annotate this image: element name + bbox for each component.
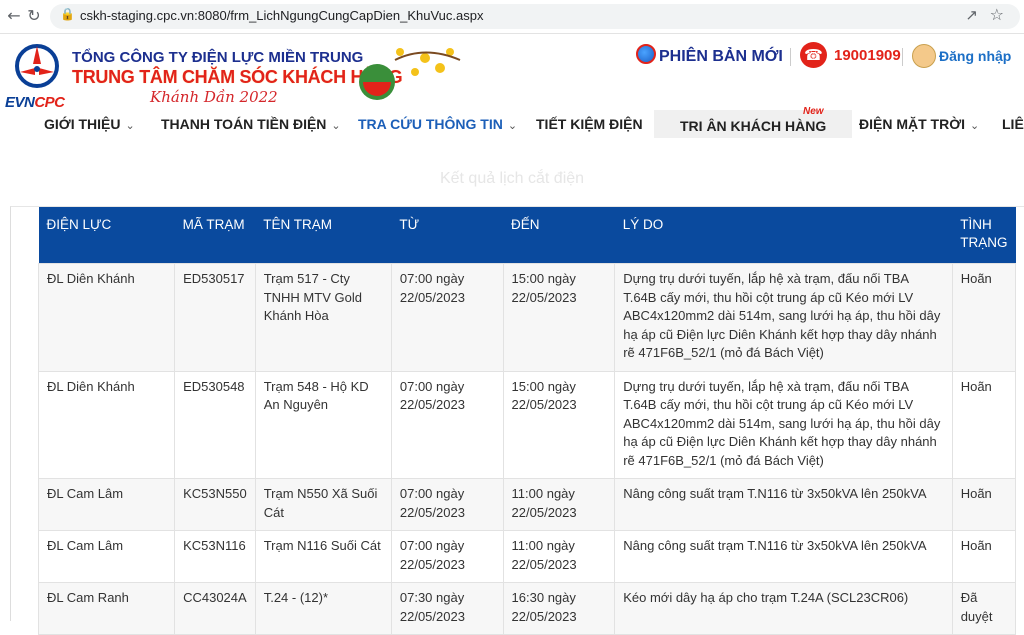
column-header[interactable]: MÃ TRẠM bbox=[174, 207, 256, 264]
cell-tu: 07:00 ngày 22/05/2023 bbox=[390, 478, 504, 531]
site-header: EVNCPC TỔNG CÔNG TY ĐIỆN LỰC MIỀN TRUNG … bbox=[0, 34, 1024, 111]
cell-ten-tram: Trạm 517 - Cty TNHH MTV Gold Khánh Hòa bbox=[254, 263, 392, 372]
chevron-down-icon: ⌄ bbox=[331, 119, 341, 132]
cell-ma-tram: CC43024A bbox=[174, 582, 256, 635]
main-nav: GIỚI THIỆU ⌄ THANH TOÁN TIỀN ĐIỆN ⌄ TRA CỨ… bbox=[0, 108, 1024, 140]
bookmark-star-icon[interactable]: ☆ bbox=[990, 5, 1004, 24]
new-version-link[interactable]: PHIÊN BẢN MỚI bbox=[636, 44, 783, 66]
org-name-main: TRUNG TÂM CHĂM SÓC KHÁCH HÀNG bbox=[72, 67, 403, 87]
tet-greeting: Khánh Dần 2022 bbox=[150, 88, 278, 106]
nav-item-thanh-toan[interactable]: THANH TOÁN TIỀN ĐIỆN ⌄ bbox=[161, 116, 341, 132]
cell-ly-do: Kéo mới dây hạ áp cho trạm T.24A (SCL23C… bbox=[614, 582, 953, 635]
nav-item-tiet-kiem[interactable]: TIẾT KIỆM ĐIỆN bbox=[536, 116, 643, 132]
cell-dien-luc: ĐL Cam Lâm bbox=[37, 478, 176, 531]
column-header[interactable]: ĐIỆN LỰC bbox=[38, 207, 175, 264]
share-icon[interactable]: ↗ bbox=[965, 6, 978, 24]
url-text[interactable]: cskh-staging.cpc.vn:8080/frm_LichNgungCu… bbox=[80, 8, 483, 23]
table-row: ĐL Cam Lâm KC53N550 Trạm N550 Xã Suối Cá… bbox=[37, 478, 1017, 531]
cell-tinh-trang: Hoãn bbox=[951, 530, 1017, 583]
table-row: ĐL Diên Khánh ED530517 Trạm 517 - Cty TN… bbox=[37, 263, 1017, 372]
cell-tinh-trang: Hoãn bbox=[951, 478, 1017, 531]
tet-decoration-icon bbox=[359, 48, 461, 100]
cell-tinh-trang: Hoãn bbox=[951, 263, 1017, 372]
cell-ma-tram: KC53N550 bbox=[174, 478, 256, 531]
cell-ma-tram: ED530548 bbox=[174, 370, 256, 479]
cell-tu: 07:30 ngày 22/05/2023 bbox=[390, 582, 504, 635]
org-name-top: TỔNG CÔNG TY ĐIỆN LỰC MIỀN TRUNG bbox=[72, 49, 364, 66]
column-header[interactable]: TÊN TRẠM bbox=[255, 207, 392, 264]
column-header[interactable]: ĐẾN bbox=[503, 207, 615, 264]
nav-item-lien-he[interactable]: LIÊ bbox=[1002, 116, 1024, 132]
cell-dien-luc: ĐL Cam Lâm bbox=[37, 530, 176, 583]
chevron-down-icon: ⌄ bbox=[970, 119, 980, 132]
cell-ma-tram: KC53N116 bbox=[174, 530, 256, 583]
phone-icon: ☎ bbox=[800, 42, 827, 68]
nav-item-tra-cuu[interactable]: TRA CỨU THÔNG TIN ⌄ bbox=[358, 116, 517, 132]
page-title: Kết quả lịch cắt điện bbox=[439, 170, 585, 187]
back-arrow-icon[interactable]: ← bbox=[4, 6, 24, 26]
chevron-down-icon: ⌄ bbox=[507, 119, 518, 132]
table-row: ĐL Cam Ranh CC43024A T.24 - (12)* 07:30 … bbox=[37, 582, 1017, 635]
nav-item-dien-mat-troi[interactable]: ĐIỆN MẶT TRỜI ⌄ bbox=[859, 116, 979, 132]
cell-tu: 07:00 ngày 22/05/2023 bbox=[390, 370, 504, 479]
hotline-number[interactable]: 19001909 bbox=[834, 47, 901, 64]
cell-dien-luc: ĐL Cam Ranh bbox=[37, 582, 176, 635]
globe-icon bbox=[636, 44, 656, 64]
reload-icon[interactable]: ↻ bbox=[24, 6, 44, 26]
cell-ten-tram: Trạm N550 Xã Suối Cát bbox=[254, 478, 392, 531]
cell-ma-tram: ED530517 bbox=[174, 263, 256, 372]
cell-den: 16:30 ngày 22/05/2023 bbox=[502, 582, 616, 635]
table-header-row: ĐIỆN LỰC MÃ TRẠM TÊN TRẠM TỪ ĐẾN LÝ DO T… bbox=[38, 207, 1016, 264]
cell-ten-tram: Trạm 548 - Hộ KD An Nguyên bbox=[254, 370, 392, 479]
table-row: ĐL Cam Lâm KC53N116 Trạm N116 Suối Cát 0… bbox=[37, 530, 1017, 583]
column-header[interactable]: TỪ bbox=[391, 207, 504, 264]
login-link[interactable]: Đăng nhập bbox=[939, 48, 1011, 64]
chevron-down-icon: ⌄ bbox=[125, 119, 135, 132]
cell-dien-luc: ĐL Diên Khánh bbox=[37, 263, 176, 372]
lock-icon[interactable]: 🔒 bbox=[60, 7, 75, 21]
user-avatar-icon bbox=[912, 44, 936, 68]
column-header[interactable]: LÝ DO bbox=[614, 207, 953, 264]
browser-toolbar: ← ↻ 🔒 cskh-staging.cpc.vn:8080/frm_LichN… bbox=[0, 0, 1024, 34]
cell-tu: 07:00 ngày 22/05/2023 bbox=[390, 263, 504, 372]
cell-ly-do: Nâng công suất trạm T.N116 từ 3x50kVA lê… bbox=[614, 530, 953, 583]
cell-den: 11:00 ngày 22/05/2023 bbox=[502, 478, 616, 531]
cell-den: 15:00 ngày 22/05/2023 bbox=[502, 370, 616, 479]
table-row: ĐL Diên Khánh ED530548 Trạm 548 - Hộ KD … bbox=[37, 370, 1017, 479]
cell-tinh-trang: Đã duyệt bbox=[951, 582, 1017, 635]
cell-dien-luc: ĐL Diên Khánh bbox=[37, 370, 176, 479]
new-badge: New bbox=[803, 106, 824, 117]
outage-schedule-table: ĐIỆN LỰC MÃ TRẠM TÊN TRẠM TỪ ĐẾN LÝ DO T… bbox=[37, 207, 1017, 635]
cell-tu: 07:00 ngày 22/05/2023 bbox=[390, 530, 504, 583]
cell-den: 11:00 ngày 22/05/2023 bbox=[502, 530, 616, 583]
cell-ly-do: Dựng trụ dưới tuyến, lắp hệ xà trạm, đấu… bbox=[614, 263, 953, 372]
cell-den: 15:00 ngày 22/05/2023 bbox=[502, 263, 616, 372]
header-divider bbox=[902, 48, 903, 66]
cell-ly-do: Dựng trụ dưới tuyến, lắp hệ xà trạm, đấu… bbox=[614, 370, 953, 479]
header-divider bbox=[790, 48, 791, 66]
nav-item-gioi-thieu[interactable]: GIỚI THIỆU ⌄ bbox=[44, 116, 135, 132]
column-header[interactable]: TÌNH TRẠNG bbox=[952, 207, 1016, 264]
cell-ten-tram: Trạm N116 Suối Cát bbox=[254, 530, 392, 583]
cell-tinh-trang: Hoãn bbox=[951, 370, 1017, 479]
address-bar[interactable]: 🔒 cskh-staging.cpc.vn:8080/frm_LichNgung… bbox=[50, 4, 1020, 29]
cell-ly-do: Nâng công suất trạm T.N116 từ 3x50kVA lê… bbox=[614, 478, 953, 531]
cell-ten-tram: T.24 - (12)* bbox=[254, 582, 392, 635]
